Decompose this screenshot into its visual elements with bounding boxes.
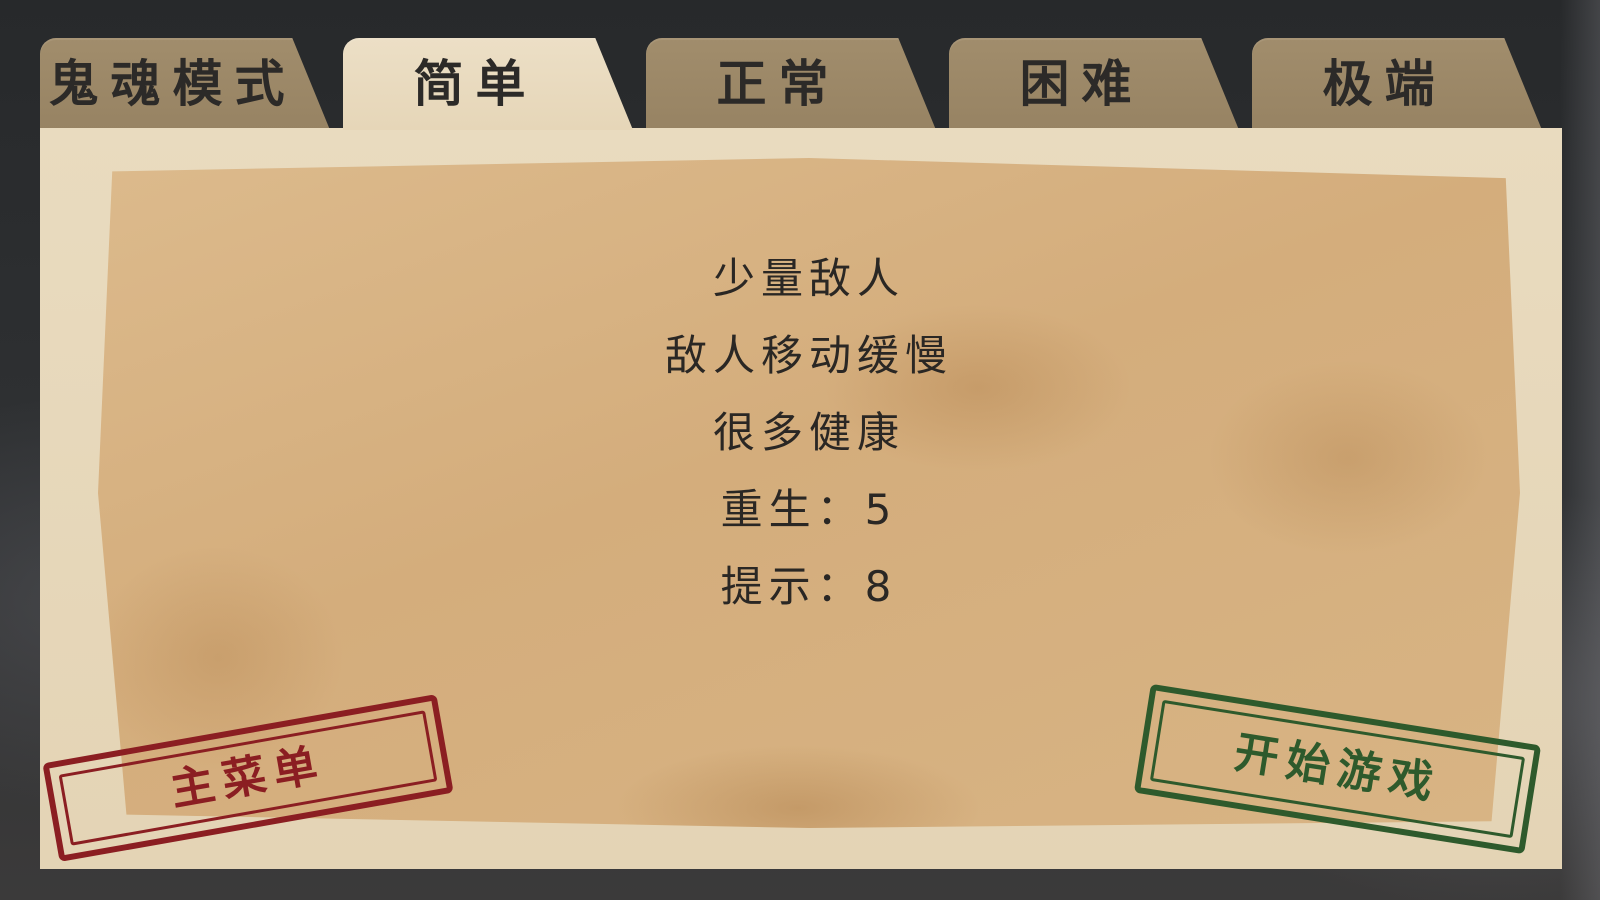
info-enemy-count: 少量敌人 (712, 254, 905, 303)
tab-normal[interactable]: 正常 (646, 38, 936, 130)
tab-label: 简单 (413, 55, 538, 113)
info-health: 很多健康 (712, 408, 905, 457)
tab-label: 正常 (716, 55, 841, 113)
tab-extreme[interactable]: 极端 (1252, 38, 1542, 130)
tab-label: 极端 (1322, 55, 1447, 113)
info-respawns: 重生：5 (720, 485, 898, 534)
tab-hard[interactable]: 困难 (949, 38, 1239, 130)
tab-ghost-mode[interactable]: 鬼魂模式 (40, 38, 330, 130)
tab-label: 鬼魂模式 (48, 55, 297, 113)
info-enemy-speed: 敌人移动缓慢 (664, 331, 953, 380)
tab-label: 困难 (1019, 55, 1144, 113)
difficulty-description: 少量敌人 敌人移动缓慢 很多健康 重生：5 提示：8 (98, 240, 1520, 625)
tab-easy[interactable]: 简单 (343, 38, 633, 130)
info-hints: 提示：8 (720, 562, 898, 611)
game-scene-edge (1560, 0, 1600, 900)
